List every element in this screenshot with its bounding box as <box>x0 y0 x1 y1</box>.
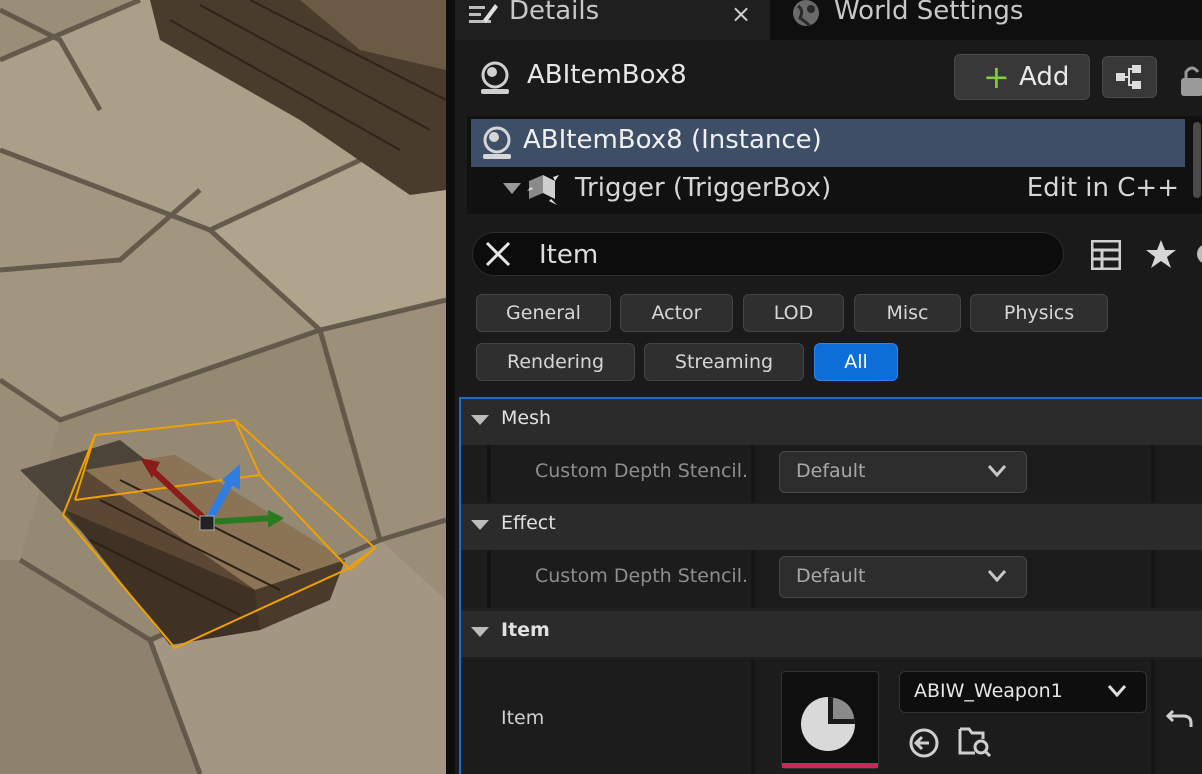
property-name: Custom Depth Stencil... <box>535 460 749 482</box>
tab-bar: Details × World Settings <box>455 0 1202 40</box>
browse-icon[interactable] <box>957 723 993 757</box>
viewport-scene <box>0 0 446 774</box>
component-tree: ABItemBox8 (Instance) Trigger (TriggerBo… <box>467 116 1202 214</box>
blueprint-button[interactable] <box>1102 56 1157 98</box>
clear-search-icon[interactable] <box>483 239 513 269</box>
tab-world-settings[interactable]: World Settings <box>778 0 1202 40</box>
row-indent <box>487 445 491 503</box>
tree-root-label: ABItemBox8 (Instance) <box>523 125 822 155</box>
trigger-icon <box>527 175 559 205</box>
section-mesh-label: Mesh <box>501 407 552 429</box>
details-icon <box>469 4 498 23</box>
column-splitter[interactable] <box>751 445 755 503</box>
lock-icon[interactable] <box>1179 62 1202 98</box>
column-splitter[interactable] <box>751 659 755 774</box>
asset-type-bar <box>782 763 878 768</box>
filter-streaming[interactable]: Streaming <box>644 343 804 381</box>
asset-thumbnail[interactable] <box>781 671 879 769</box>
row-indent <box>487 550 491 608</box>
tree-item-trigger[interactable]: Trigger (TriggerBox) Edit in C++ <box>471 167 1185 211</box>
filter-general[interactable]: General <box>476 294 611 332</box>
filter-physics[interactable]: Physics <box>970 294 1108 332</box>
item-asset-picker[interactable]: ABIW_Weapon1 <box>899 671 1147 713</box>
property-row: Item ABIW_Weapon1 <box>461 659 1202 774</box>
section-effect[interactable]: Effect <box>461 504 1202 550</box>
property-name: Custom Depth Stencil... <box>535 565 749 587</box>
column-splitter[interactable] <box>1151 445 1155 503</box>
section-item-label: Item <box>501 619 550 641</box>
column-splitter[interactable] <box>751 550 755 608</box>
edit-in-cpp-link[interactable]: Edit in C++ <box>1027 173 1179 203</box>
chevron-down-icon <box>988 465 1006 478</box>
data-asset-icon <box>801 697 855 751</box>
details-panel: Details × World Settings ABItemBox8 + Ad… <box>455 0 1202 774</box>
reset-icon[interactable] <box>1165 705 1195 729</box>
add-component-button[interactable]: + Add <box>954 54 1090 100</box>
column-splitter[interactable] <box>1151 550 1155 608</box>
chevron-down-icon <box>471 415 489 425</box>
filter-rendering[interactable]: Rendering <box>476 343 635 381</box>
section-mesh[interactable]: Mesh <box>461 399 1202 445</box>
settings-icon[interactable] <box>1193 238 1202 270</box>
section-item[interactable]: Item <box>461 611 1202 657</box>
chevron-down-icon <box>988 570 1006 583</box>
section-effect-label: Effect <box>501 512 556 534</box>
filter-actor[interactable]: Actor <box>620 294 733 332</box>
actor-name: ABItemBox8 <box>527 60 687 90</box>
custom-depth-stencil-combo[interactable]: Default <box>779 451 1027 493</box>
grid-view-icon[interactable] <box>1091 240 1121 270</box>
tree-trigger-label: Trigger (TriggerBox) <box>575 173 832 203</box>
actor-icon <box>481 61 509 94</box>
panel-splitter[interactable] <box>446 0 455 774</box>
tree-item-root[interactable]: ABItemBox8 (Instance) <box>471 119 1185 167</box>
actor-header: ABItemBox8 + Add <box>455 50 1202 108</box>
search-input[interactable] <box>537 235 1041 275</box>
level-viewport[interactable] <box>0 0 446 774</box>
actor-icon <box>483 126 511 159</box>
custom-depth-stencil-combo[interactable]: Default <box>779 556 1027 598</box>
tab-world-settings-label: World Settings <box>834 0 1024 26</box>
asset-value: ABIW_Weapon1 <box>914 680 1063 702</box>
star-icon[interactable] <box>1145 238 1177 270</box>
column-splitter[interactable] <box>1151 659 1155 774</box>
combo-value: Default <box>796 565 866 587</box>
add-icon: + <box>983 58 1010 96</box>
chevron-down-icon <box>471 627 489 637</box>
property-row: Custom Depth Stencil... Default <box>461 445 1202 503</box>
chevron-down-icon[interactable] <box>501 179 523 197</box>
world-settings-icon <box>793 0 819 28</box>
chevron-down-icon <box>1108 685 1126 698</box>
chevron-down-icon <box>471 520 489 530</box>
property-row: Custom Depth Stencil... Default <box>461 550 1202 608</box>
tab-details[interactable]: Details × <box>455 0 770 40</box>
blueprint-icon <box>1116 65 1141 89</box>
add-button-label: Add <box>1019 62 1070 92</box>
combo-value: Default <box>796 460 866 482</box>
tree-scrollbar[interactable] <box>1193 122 1201 198</box>
property-list: Mesh Custom Depth Stencil... Default Eff… <box>459 397 1202 774</box>
use-selected-icon[interactable] <box>907 727 941 759</box>
filter-lod[interactable]: LOD <box>743 294 844 332</box>
close-icon[interactable]: × <box>731 0 751 28</box>
search-bar <box>472 232 1064 276</box>
tab-details-label: Details <box>509 0 600 26</box>
filter-misc[interactable]: Misc <box>854 294 961 332</box>
filter-all[interactable]: All <box>814 343 898 381</box>
property-name: Item <box>501 707 545 729</box>
